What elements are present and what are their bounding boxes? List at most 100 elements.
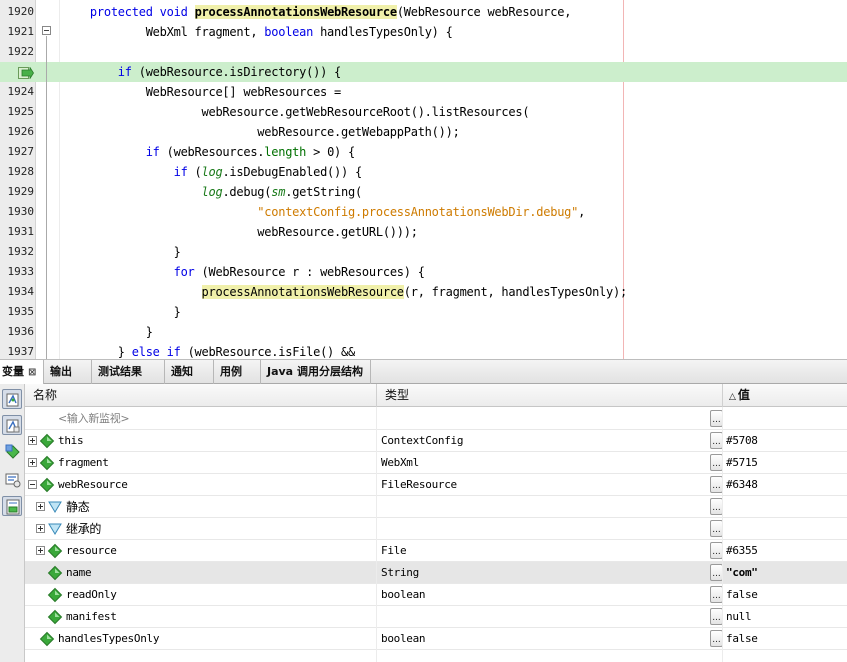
code-line[interactable]: 1929 log.debug(sm.getString( <box>0 182 847 202</box>
variable-type: String <box>381 566 419 579</box>
code-text[interactable]: "contextConfig.processAnnotationsWebDir.… <box>62 202 585 222</box>
variable-row-this[interactable]: this ContextConfig... #5708 <box>25 430 847 452</box>
code-line[interactable]: 1921 WebXml fragment, boolean handlesTyp… <box>0 22 847 42</box>
code-token: (WebResource r : webResources) { <box>194 265 425 279</box>
column-header-value[interactable]: △ 值 <box>723 384 847 407</box>
code-line[interactable]: 1935 } <box>0 302 847 322</box>
code-text[interactable]: webResource.getURL())); <box>62 222 418 242</box>
code-text[interactable]: if (log.isDebugEnabled()) { <box>62 162 363 182</box>
code-token: } <box>62 305 181 319</box>
new-watch-row[interactable]: <输入新监视> ... <box>25 408 847 430</box>
code-line[interactable]: 1931 webResource.getURL())); <box>0 222 847 242</box>
variable-name: fragment <box>58 456 109 469</box>
code-text[interactable]: } else if (webResource.isFile() && <box>62 342 355 359</box>
code-line[interactable]: 1930 "contextConfig.processAnnotationsWe… <box>0 202 847 222</box>
code-text[interactable]: WebXml fragment, boolean handlesTypesOnl… <box>62 22 453 42</box>
code-line[interactable]: 1928 if (log.isDebugEnabled()) { <box>0 162 847 182</box>
code-line[interactable]: 1933 for (WebResource r : webResources) … <box>0 262 847 282</box>
variables-table[interactable]: 名称 类型 △ 值 <输入新监视> ... this ContextConfig..… <box>25 384 847 662</box>
variable-value[interactable]: false <box>726 628 846 649</box>
variable-row-inherited[interactable]: 继承的... <box>25 518 847 540</box>
code-text[interactable]: if (webResources.length > 0) { <box>62 142 356 162</box>
tab-variables[interactable]: 变量 ⊠ <box>0 360 44 384</box>
code-text[interactable]: processAnnotationsWebResource(r, fragmen… <box>62 282 627 302</box>
variable-row-readonly[interactable]: readOnly boolean... false <box>25 584 847 606</box>
line-number: 1925 <box>7 105 35 118</box>
code-text[interactable]: webResource.getWebappPath()); <box>62 122 460 142</box>
table-header: 名称 类型 △ 值 <box>25 384 847 407</box>
variable-value[interactable] <box>726 518 846 539</box>
code-text[interactable]: } <box>62 322 153 342</box>
variable-value[interactable]: #6355 <box>726 540 846 561</box>
show-static-variables-button[interactable] <box>2 415 22 435</box>
code-text[interactable]: log.debug(sm.getString( <box>62 182 363 202</box>
column-separator <box>376 407 377 662</box>
variable-value[interactable]: "com" <box>726 562 846 583</box>
variable-type <box>381 606 711 627</box>
code-line[interactable]: 1920 protected void processAnnotationsWe… <box>0 2 847 22</box>
column-header-name[interactable]: 名称 <box>25 384 377 407</box>
code-line[interactable]: 1927 if (webResources.length > 0) { <box>0 142 847 162</box>
variable-row-handlestypesonly[interactable]: handlesTypesOnly boolean... false <box>25 628 847 650</box>
code-line[interactable]: 1925 webResource.getWebResourceRoot().li… <box>0 102 847 122</box>
variable-value[interactable] <box>726 496 846 517</box>
tab-java-call-hierarchy[interactable]: Java 调用分层结构 <box>261 360 371 384</box>
column-header-name-label: 名称 <box>33 388 58 402</box>
variable-name: resource <box>66 544 117 557</box>
code-line[interactable]: 1934 processAnnotationsWebResource(r, fr… <box>0 282 847 302</box>
tab-use-cases[interactable]: 用例 <box>214 360 261 384</box>
code-text[interactable]: webResource.getWebResourceRoot().listRes… <box>62 102 529 122</box>
variable-row-static[interactable]: 静态... <box>25 496 847 518</box>
variable-value[interactable]: false <box>726 584 846 605</box>
variable-row-resource[interactable]: resource File... #6355 <box>25 540 847 562</box>
fold-collapse-icon[interactable] <box>42 26 51 35</box>
code-line[interactable]: 1926 webResource.getWebappPath()); <box>0 122 847 142</box>
tab-notifications[interactable]: 通知 <box>165 360 214 384</box>
watch-variables-icon <box>6 393 19 407</box>
tab-test-results[interactable]: 测试结果 <box>92 360 165 384</box>
code-text[interactable]: } <box>62 242 181 262</box>
code-editor[interactable]: 1920 protected void processAnnotationsWe… <box>0 0 847 359</box>
line-number: 1933 <box>7 265 35 278</box>
code-token: WebXml fragment, <box>62 25 265 39</box>
variable-row-name[interactable]: name String... "com" <box>25 562 847 584</box>
code-text[interactable]: WebResource[] webResources = <box>62 82 342 102</box>
variable-type: boolean <box>381 632 426 645</box>
show-classes-button[interactable] <box>2 496 22 516</box>
variable-value[interactable]: #5708 <box>726 430 846 451</box>
variable-row-manifest[interactable]: manifest... null <box>25 606 847 628</box>
variable-row-fragment[interactable]: fragment WebXml... #5715 <box>25 452 847 474</box>
show-watches-button[interactable] <box>2 389 22 409</box>
new-watch-button[interactable] <box>2 441 22 461</box>
variable-type <box>381 496 711 517</box>
code-token: webResource.getURL())); <box>62 225 418 239</box>
filter-variables-button[interactable] <box>2 469 22 489</box>
code-text[interactable]: } <box>62 302 181 322</box>
code-token: if <box>145 145 160 159</box>
code-text[interactable]: for (WebResource r : webResources) { <box>62 262 425 282</box>
code-token: protected <box>89 5 153 19</box>
variable-row-webresource[interactable]: webResource FileResource... #6348 <box>25 474 847 496</box>
code-line[interactable]: 1936 } <box>0 322 847 342</box>
code-text[interactable]: if (webResource.isDirectory()) { <box>62 62 341 82</box>
code-line[interactable]: 1937 } else if (webResource.isFile() && <box>0 342 847 359</box>
variable-value[interactable]: null <box>726 606 846 627</box>
code-token: log <box>201 185 223 199</box>
static-variables-icon <box>6 419 20 433</box>
close-tab-icon[interactable]: ⊠ <box>28 367 36 378</box>
column-header-type[interactable]: 类型 <box>377 384 723 407</box>
new-watch-placeholder[interactable]: <输入新监视> <box>25 408 375 429</box>
filter-icon <box>5 473 21 488</box>
code-line[interactable]: 1932 } <box>0 242 847 262</box>
code-line[interactable]: 1924 WebResource[] webResources = <box>0 82 847 102</box>
code-text[interactable]: protected void processAnnotationsWebReso… <box>62 2 571 22</box>
variable-value[interactable]: #6348 <box>726 474 846 495</box>
code-line[interactable]: if (webResource.isDirectory()) { <box>0 62 847 82</box>
variable-value[interactable]: #5715 <box>726 452 846 473</box>
code-line[interactable]: 1922 <box>0 42 847 62</box>
tab-output[interactable]: 输出 <box>44 360 92 384</box>
code-token: } <box>62 245 181 259</box>
